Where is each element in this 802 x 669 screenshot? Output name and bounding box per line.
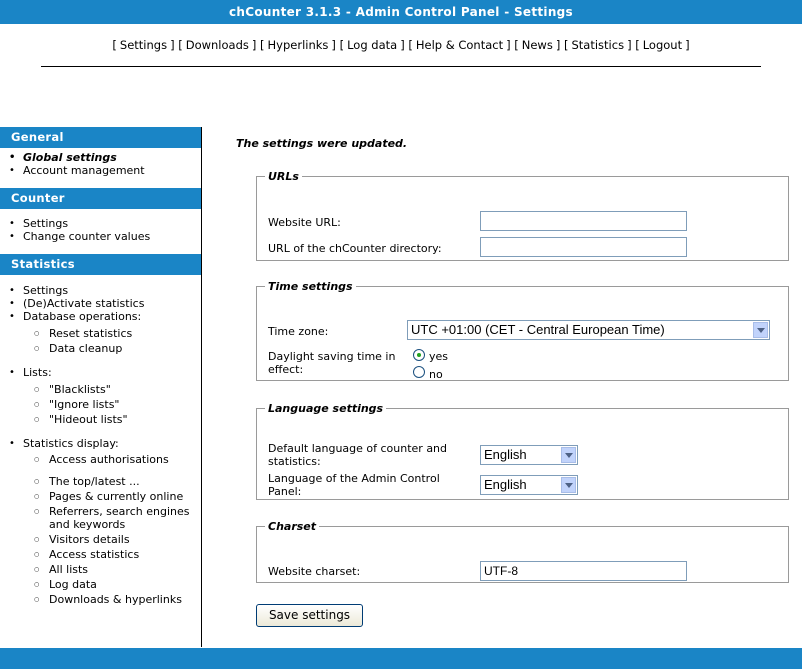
urls-fieldset: URLs Website URL: URL of the chCounter d…	[256, 170, 789, 261]
counter-language-value: English	[484, 447, 527, 462]
nav-help-contact[interactable]: Help & Contact	[416, 38, 503, 52]
sidebar-item-data-cleanup[interactable]: Data cleanup	[0, 341, 201, 356]
charset-legend: Charset	[268, 520, 317, 533]
sidebar-heading-general: General	[0, 127, 201, 148]
counter-language-label: Default language of counter and statisti…	[268, 442, 448, 468]
dst-no-radio[interactable]	[413, 366, 425, 378]
footer-bar	[0, 648, 802, 669]
sidebar-item-deactivate-statistics[interactable]: (De)Activate statistics	[0, 297, 201, 310]
time-zone-label: Time zone:	[268, 325, 329, 338]
nav-downloads[interactable]: Downloads	[186, 38, 249, 52]
sidebar-item-visitors-details[interactable]: Visitors details	[0, 532, 201, 547]
save-settings-button[interactable]: Save settings	[256, 604, 363, 627]
dst-no-label: no	[429, 368, 443, 381]
chevron-down-icon[interactable]	[753, 322, 768, 338]
website-url-input[interactable]	[480, 211, 687, 231]
website-charset-input[interactable]: UTF-8	[480, 561, 687, 581]
chevron-down-icon[interactable]	[561, 447, 576, 463]
website-charset-label: Website charset:	[268, 565, 361, 578]
time-zone-select[interactable]: UTC +01:00 (CET - Central European Time)	[407, 320, 770, 340]
counter-directory-input[interactable]	[480, 237, 687, 257]
nav-settings[interactable]: Settings	[120, 38, 167, 52]
sidebar-item-reset-statistics[interactable]: Reset statistics	[0, 326, 201, 341]
sidebar-item-access-authorisations[interactable]: Access authorisations	[0, 452, 201, 474]
sidebar-item-access-statistics[interactable]: Access statistics	[0, 547, 201, 562]
acp-language-select[interactable]: English	[480, 475, 578, 495]
sidebar-item-top-latest[interactable]: The top/latest ...	[0, 474, 201, 489]
sidebar-item-lists: Lists:	[0, 366, 201, 379]
urls-legend: URLs	[268, 170, 299, 183]
sidebar-item-statistics-settings[interactable]: Settings	[0, 284, 201, 297]
title-bar: chCounter 3.1.3 - Admin Control Panel - …	[0, 0, 802, 24]
nav-hyperlinks[interactable]: Hyperlinks	[268, 38, 329, 52]
time-settings-fieldset: Time settings Time zone: UTC +01:00 (CET…	[256, 280, 789, 381]
sidebar-item-ignore-lists[interactable]: "Ignore lists"	[0, 397, 201, 412]
chevron-down-icon[interactable]	[561, 477, 576, 493]
sidebar-item-pages-online[interactable]: Pages & currently online	[0, 489, 201, 504]
acp-language-value: English	[484, 477, 527, 492]
dst-yes-radio[interactable]	[413, 349, 425, 361]
acp-language-label: Language of the Admin Control Panel:	[268, 472, 440, 498]
website-url-label: Website URL:	[268, 216, 341, 229]
dst-yes-label: yes	[429, 350, 449, 363]
sidebar-item-referrers[interactable]: Referrers, search engines and keywords	[0, 504, 201, 532]
sidebar-item-blacklists[interactable]: "Blacklists"	[0, 382, 201, 397]
time-zone-value: UTC +01:00 (CET - Central European Time)	[411, 322, 665, 337]
sidebar: General Global settings Account manageme…	[0, 127, 202, 647]
sidebar-item-account-management[interactable]: Account management	[0, 164, 201, 177]
dst-label: Daylight saving time in effect:	[268, 350, 396, 376]
sidebar-heading-statistics: Statistics	[0, 254, 201, 275]
sidebar-heading-counter: Counter	[0, 188, 201, 209]
sidebar-item-hideout-lists[interactable]: "Hideout lists"	[0, 412, 201, 427]
top-navigation: [Settings] [Downloads] [Hyperlinks] [Log…	[112, 38, 690, 52]
sidebar-item-change-counter-values[interactable]: Change counter values	[0, 230, 201, 243]
counter-directory-label: URL of the chCounter directory:	[268, 242, 442, 255]
counter-language-select[interactable]: English	[480, 445, 578, 465]
sidebar-item-log-data[interactable]: Log data	[0, 577, 201, 592]
sidebar-item-database-operations: Database operations:	[0, 310, 201, 323]
sidebar-item-statistics-display: Statistics display:	[0, 437, 201, 450]
divider	[41, 66, 761, 67]
sidebar-item-all-lists[interactable]: All lists	[0, 562, 201, 577]
nav-news[interactable]: News	[522, 38, 553, 52]
nav-logout[interactable]: Logout	[643, 38, 682, 52]
status-message: The settings were updated.	[236, 137, 408, 150]
time-settings-legend: Time settings	[268, 280, 353, 293]
sidebar-item-counter-settings[interactable]: Settings	[0, 217, 201, 230]
charset-fieldset: Charset Website charset: UTF-8	[256, 520, 789, 583]
nav-statistics[interactable]: Statistics	[571, 38, 624, 52]
sidebar-item-global-settings[interactable]: Global settings	[0, 151, 201, 164]
nav-log-data[interactable]: Log data	[347, 38, 397, 52]
database-operations-label: Database operations:	[23, 310, 142, 323]
language-settings-legend: Language settings	[268, 402, 384, 415]
language-settings-fieldset: Language settings Default language of co…	[256, 402, 789, 500]
sidebar-item-downloads-hyperlinks[interactable]: Downloads & hyperlinks	[0, 592, 201, 607]
